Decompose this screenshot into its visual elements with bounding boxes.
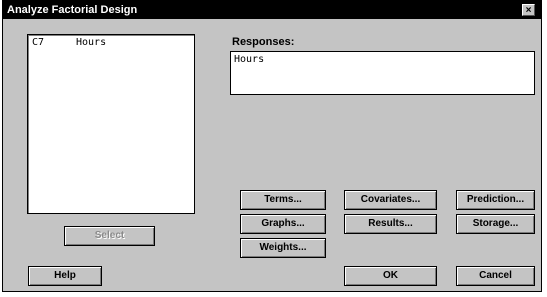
graphs-button[interactable]: Graphs...: [240, 214, 326, 234]
storage-button[interactable]: Storage...: [456, 214, 535, 234]
responses-field[interactable]: Hours: [230, 51, 535, 95]
variable-name: Hours: [76, 37, 107, 48]
title-bar: Analyze Factorial Design ×: [3, 1, 541, 19]
window-title: Analyze Factorial Design: [7, 4, 138, 16]
variable-column-id: C7: [32, 37, 45, 48]
ok-button[interactable]: OK: [344, 266, 437, 286]
variable-list-item[interactable]: C7 Hours: [32, 37, 106, 48]
weights-button[interactable]: Weights...: [240, 238, 326, 258]
results-button[interactable]: Results...: [344, 214, 437, 234]
analyze-factorial-design-dialog: Analyze Factorial Design × C7 Hours Respo…: [2, 0, 542, 292]
terms-button[interactable]: Terms...: [240, 190, 326, 210]
close-button[interactable]: ×: [522, 4, 535, 16]
covariates-button[interactable]: Covariates...: [344, 190, 437, 210]
variables-listbox[interactable]: C7 Hours: [27, 34, 195, 214]
select-button[interactable]: Select: [64, 226, 155, 246]
responses-label-text: Responses:: [232, 36, 295, 48]
cancel-button[interactable]: Cancel: [456, 266, 535, 286]
responses-value: Hours: [234, 54, 265, 65]
help-button[interactable]: Help: [28, 266, 102, 286]
responses-label: Responses:: [232, 36, 294, 48]
prediction-button[interactable]: Prediction...: [456, 190, 535, 210]
